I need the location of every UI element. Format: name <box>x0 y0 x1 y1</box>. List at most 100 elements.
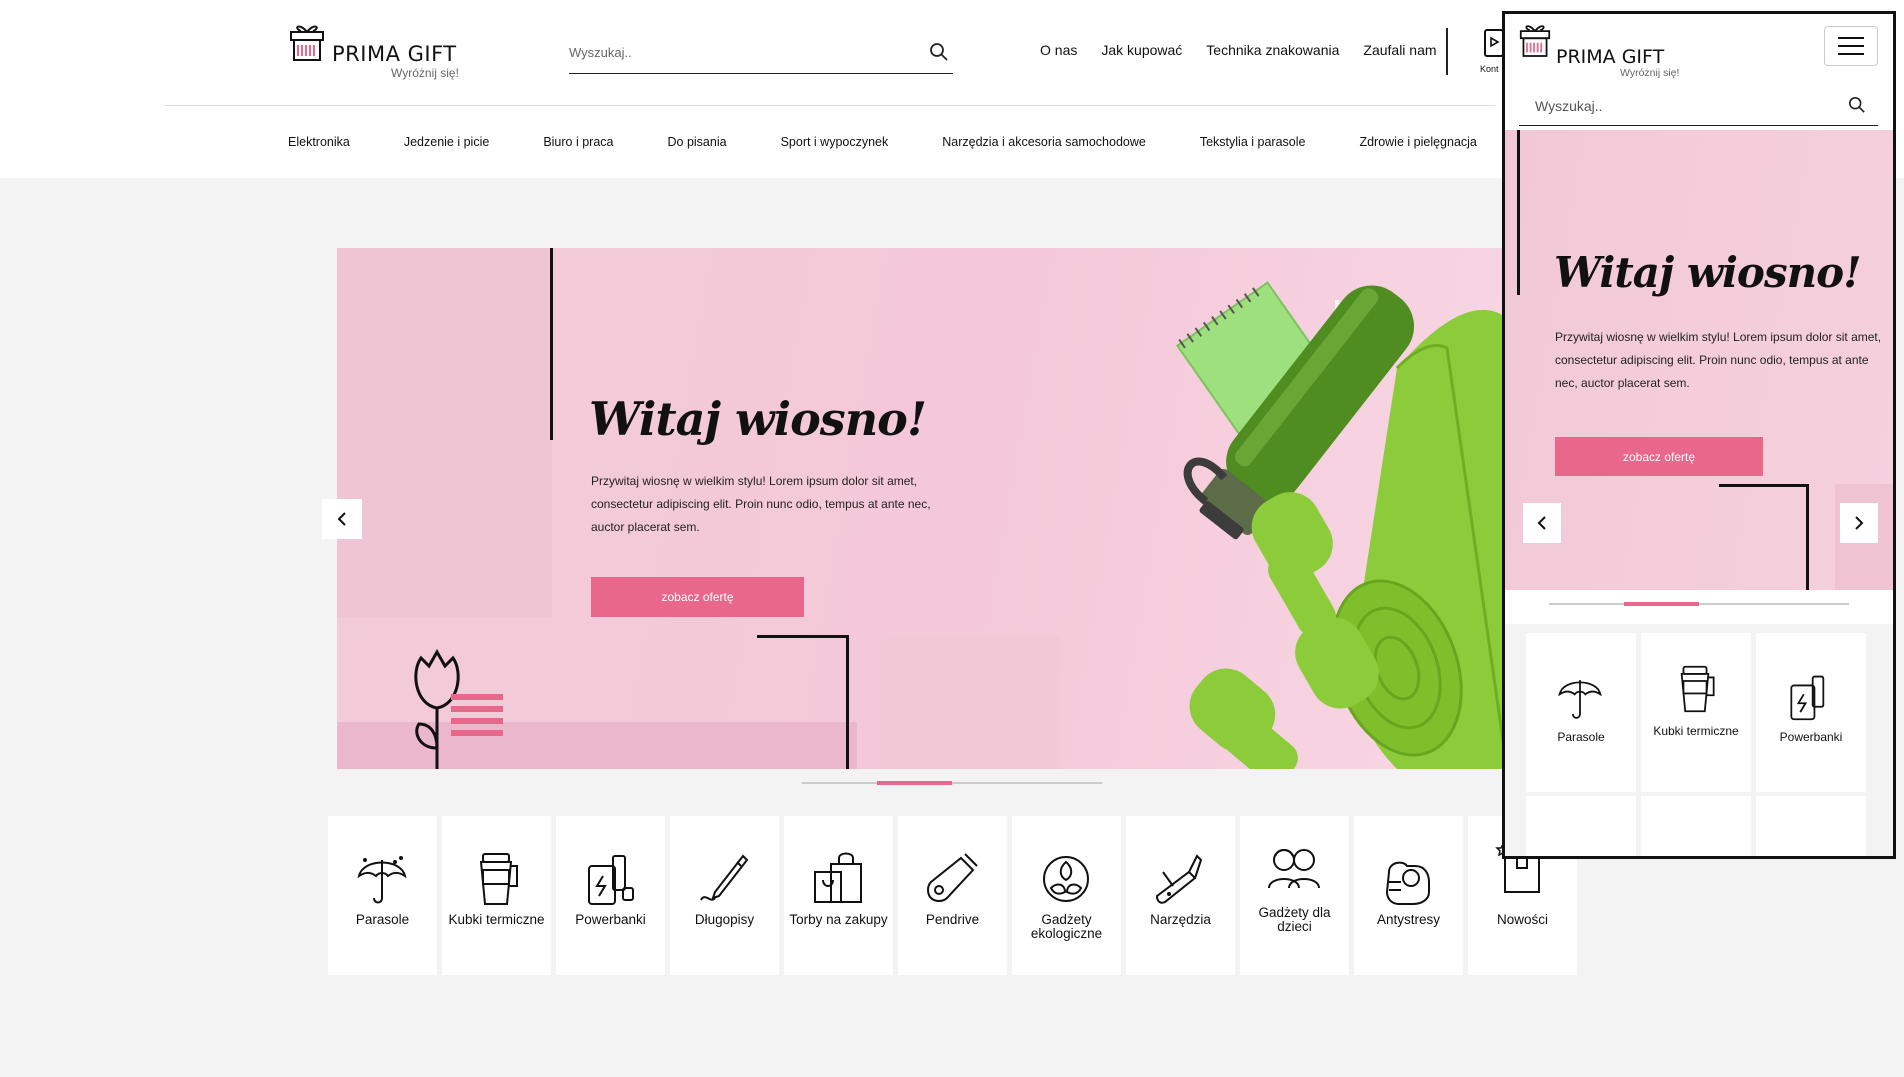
category-tile-thermal-mugs[interactable]: Kubki termiczne <box>442 816 551 975</box>
tile-label: Powerbanki <box>575 912 646 927</box>
tile-label: Nowości <box>1496 912 1548 927</box>
slider-progress[interactable] <box>802 781 1102 785</box>
category-tile-powerbanks[interactable]: Powerbanki <box>556 816 665 975</box>
hamburger-menu-button[interactable] <box>1824 26 1878 66</box>
thermal-mug-icon <box>479 853 518 905</box>
nav-divider <box>1446 28 1448 75</box>
category-tile-stress-balls[interactable]: Antystresy <box>1354 816 1463 975</box>
thermal-mug-icon <box>1680 665 1715 713</box>
search-bar <box>569 38 953 74</box>
top-nav-trusted[interactable]: Zaufali nam <box>1363 42 1436 58</box>
tile-label: Kubki termiczne <box>1653 724 1739 738</box>
hero-slider: Witaj wiosno! Przywitaj wiosnę w wielkim… <box>337 248 1507 769</box>
tile-label: Parasole <box>355 912 410 927</box>
category-nav-writing[interactable]: Do pisania <box>668 135 727 149</box>
category-tile-kids-gadgets[interactable]: Gadżety dla dzieci <box>1240 816 1349 975</box>
hero-text: Przywitaj wiosnę w wielkim stylu! Lorem … <box>591 474 931 534</box>
tile-label: Gadżety ekologiczne <box>1030 912 1103 941</box>
search-input[interactable] <box>569 38 909 66</box>
category-tile-pens[interactable]: Długopisy <box>670 816 779 975</box>
chevron-left-icon <box>1537 516 1546 530</box>
hero-title: Witaj wiosno! <box>589 392 927 446</box>
pen-icon <box>700 854 749 901</box>
category-tile-umbrellas[interactable]: Parasole <box>328 816 437 975</box>
fitness-products-image <box>1175 281 1507 769</box>
brand-name: PRIMA GIFT <box>332 42 457 66</box>
mobile-hero-slider: Witaj wiosno! Przywitaj wiosnę w wielkim… <box>1505 130 1893 590</box>
eco-leaves-icon <box>1043 856 1089 902</box>
category-nav-electronics[interactable]: Elektronika <box>288 135 350 149</box>
mobile-category-tile-thermal-mugs[interactable]: Kubki termiczne <box>1641 633 1751 792</box>
search-icon[interactable] <box>1848 96 1866 114</box>
category-nav-food-drink[interactable]: Jedzenie i picie <box>404 135 489 149</box>
category-tiles: Parasole Kubki termiczne Powerbanki Dług… <box>328 816 1577 975</box>
category-nav-sport[interactable]: Sport i wypoczynek <box>781 135 889 149</box>
mobile-hero-cta-button[interactable]: zobacz ofertę <box>1555 437 1763 476</box>
top-nav-marking[interactable]: Technika znakowania <box>1206 42 1339 58</box>
tile-label: Narzędzia <box>1150 912 1211 927</box>
tile-label: Antystresy <box>1376 912 1441 927</box>
hero-cta-button[interactable]: zobacz ofertę <box>591 577 804 617</box>
hero-deco-line <box>550 248 553 440</box>
tile-label: Gadżety dla dzieci <box>1258 905 1331 934</box>
hero-prev-button[interactable] <box>322 499 362 539</box>
hero-deco-line <box>1517 130 1520 295</box>
top-nav: O nas Jak kupować Technika znakowania Za… <box>1040 42 1437 58</box>
tulip-icon <box>414 648 503 769</box>
powerbank-icon <box>588 855 634 905</box>
gift-logo-icon <box>1519 25 1551 57</box>
hamburger-line <box>1838 53 1864 55</box>
hamburger-line <box>1838 45 1864 47</box>
tile-label: Długopisy <box>694 912 755 927</box>
header-divider <box>165 105 1495 106</box>
category-tile-tools[interactable]: Narzędzia <box>1126 816 1235 975</box>
category-tile-eco-gadgets[interactable]: Gadżety ekologiczne <box>1012 816 1121 975</box>
category-tile-shopping-bags[interactable]: Torby na zakupy <box>784 816 893 975</box>
mobile-category-tile-partial[interactable] <box>1641 796 1751 856</box>
category-nav-office[interactable]: Biuro i praca <box>543 135 613 149</box>
mobile-category-tiles: Parasole Kubki termiczne Powerbanki <box>1505 624 1893 856</box>
contact-label[interactable]: Kont <box>1480 64 1499 74</box>
tile-label: Torby na zakupy <box>789 912 888 927</box>
tile-label: Pendrive <box>925 912 980 927</box>
mobile-brand-logo[interactable]: PRIMA GIFT Wyróżnij się! <box>1519 22 1689 79</box>
slider-progress-active <box>1624 602 1699 606</box>
category-tile-pendrives[interactable]: Pendrive <box>898 816 1007 975</box>
top-nav-about[interactable]: O nas <box>1040 42 1077 58</box>
mobile-category-tile-partial[interactable] <box>1756 796 1866 856</box>
tile-label: Kubki termiczne <box>448 912 545 927</box>
mobile-slider-progress[interactable] <box>1549 602 1849 606</box>
hero-deco-panel <box>337 248 552 618</box>
mobile-hero-prev-button[interactable] <box>1523 503 1561 543</box>
hero-deco-corner <box>1719 484 1809 590</box>
tile-label: Parasole <box>1557 730 1605 744</box>
mobile-hero-text: Przywitaj wiosnę w wielkim stylu! Lorem … <box>1555 330 1882 390</box>
mobile-preview: PRIMA GIFT Wyróżnij się! Witaj wiosno! P… <box>1502 11 1896 859</box>
tile-label: Powerbanki <box>1779 730 1843 744</box>
powerbank-icon <box>1790 675 1825 721</box>
category-nav-health[interactable]: Zdrowie i pielęgnacja <box>1359 135 1476 149</box>
multitool-icon <box>1155 854 1203 904</box>
chevron-left-icon <box>337 512 346 526</box>
mobile-category-tile-umbrellas[interactable]: Parasole <box>1526 633 1636 792</box>
mobile-search-input[interactable] <box>1535 94 1835 118</box>
stress-ball-icon <box>1385 861 1430 905</box>
top-nav-how-to-buy[interactable]: Jak kupować <box>1101 42 1182 58</box>
usb-drive-icon <box>927 853 978 902</box>
hamburger-line <box>1838 37 1864 39</box>
search-icon[interactable] <box>929 42 949 62</box>
children-icon <box>1268 849 1320 889</box>
gift-logo-icon <box>290 25 324 61</box>
mobile-category-tile-partial[interactable] <box>1526 796 1636 856</box>
mobile-hero-next-button[interactable] <box>1840 503 1878 543</box>
brand-logo[interactable]: PRIMA GIFT Wyróżnij się! <box>289 22 469 80</box>
category-nav-textiles[interactable]: Tekstylia i parasole <box>1200 135 1306 149</box>
mobile-category-tile-powerbanks[interactable]: Powerbanki <box>1756 633 1866 792</box>
shopping-bag-icon <box>814 852 862 903</box>
slider-progress-active <box>877 781 952 785</box>
umbrella-icon <box>1558 680 1602 719</box>
brand-tagline: Wyróżnij się! <box>391 66 459 80</box>
category-nav-tools[interactable]: Narzędzia i akcesoria samochodowe <box>942 135 1146 149</box>
umbrella-icon <box>357 856 407 904</box>
hero-deco-corner <box>757 635 849 769</box>
